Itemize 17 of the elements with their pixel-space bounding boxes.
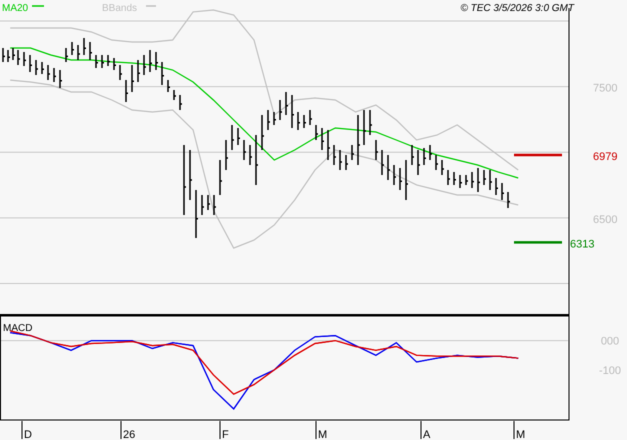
level-line [514,154,562,156]
macd-title: MACD [3,323,32,334]
axis-label: A [423,429,430,440]
axis-label: M [318,429,328,440]
axis-label: 6500 [593,214,618,226]
level-label: 6979 [593,151,618,163]
level-line [514,241,562,244]
axis-label: F [222,429,229,440]
axis-label: 000 [600,336,620,348]
axis-label: D [24,429,32,440]
axis-label: 7500 [593,82,618,95]
copyright-text: © TEC 3/5/2026 3:0 GMT [460,3,574,14]
axis-label: 26 [123,429,136,440]
axis-label: -100 [598,364,622,377]
axis-label: M [516,429,526,440]
legend-label: MA20 [2,3,28,14]
level-label: 6313 [570,238,594,250]
